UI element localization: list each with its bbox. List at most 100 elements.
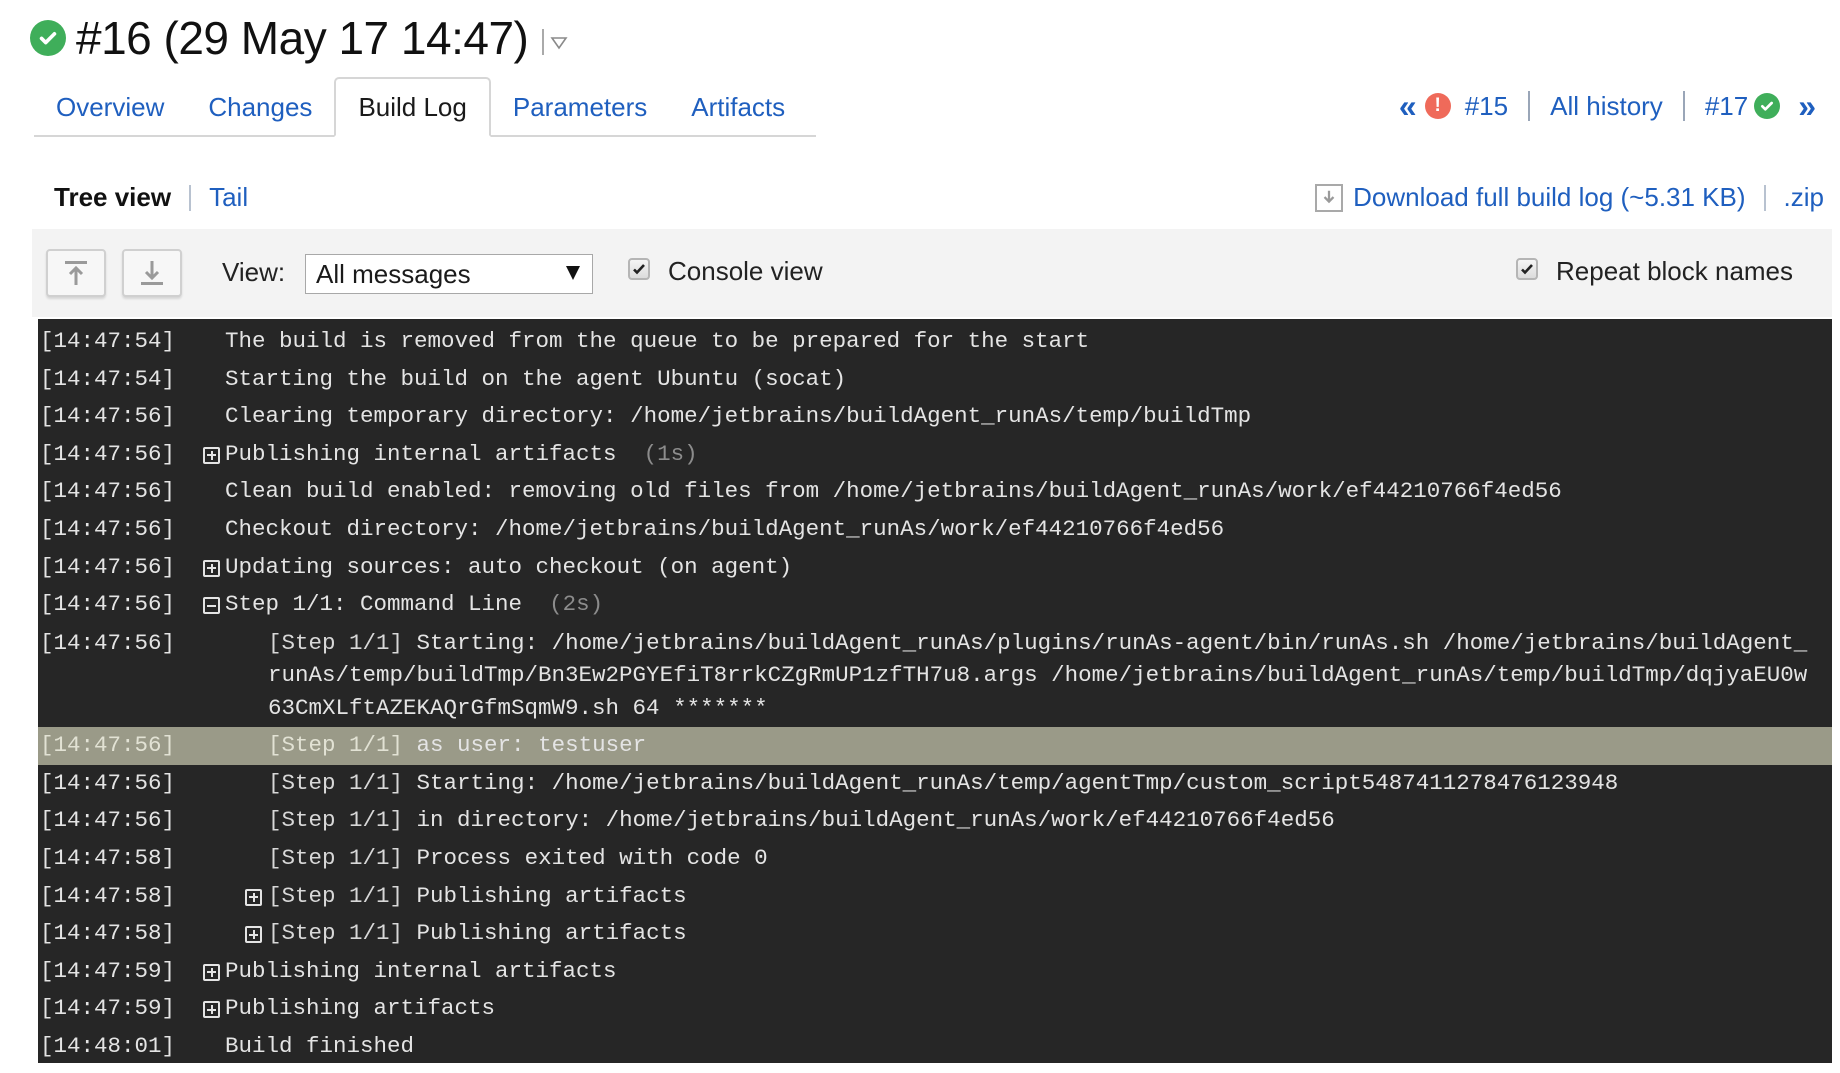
- log-timestamp: [14:47:59]: [40, 995, 176, 1022]
- log-row[interactable]: [14:47:56] Publishing internal artifacts …: [38, 436, 1832, 474]
- log-text: Step 1/1: Command Line: [225, 591, 523, 618]
- console-view-checkbox[interactable]: Console view: [628, 256, 823, 287]
- log-timestamp: [14:47:56]: [40, 478, 176, 505]
- log-text: Clearing temporary directory: /home/jetb…: [225, 403, 1252, 430]
- log-row[interactable]: [14:47:56] [Step 1/1] as user: testuser: [38, 727, 1832, 765]
- tab-changes[interactable]: Changes: [186, 79, 334, 135]
- log-row[interactable]: [14:47:56] Updating sources: auto checkou…: [38, 549, 1832, 587]
- success-check-icon: [30, 20, 66, 56]
- log-row[interactable]: [14:47:56] Checkout directory: /home/jetb…: [38, 511, 1832, 549]
- log-row[interactable]: [14:47:58] [Step 1/1] Publishing artifact…: [38, 915, 1832, 953]
- log-message: [Step 1/1] Publishing artifacts: [268, 915, 687, 953]
- expand-plus-icon[interactable]: [245, 926, 262, 944]
- log-timestamp: [14:47:56]: [40, 403, 176, 430]
- page-title: #16 (29 May 17 14:47): [76, 12, 529, 64]
- log-row[interactable]: [14:47:56] [Step 1/1] Starting: /home/jet…: [38, 624, 1832, 728]
- log-row[interactable]: [14:47:56] [Step 1/1] in directory: /home…: [38, 802, 1832, 840]
- triangle-down-icon[interactable]: [550, 36, 568, 50]
- log-message: Updating sources: auto checkout (on agen…: [225, 549, 792, 587]
- log-row[interactable]: [14:47:59] Publishing artifacts: [38, 990, 1832, 1028]
- log-message: Step 1/1: Command Line (2s): [225, 586, 603, 624]
- download-zip-link[interactable]: .zip: [1784, 182, 1824, 213]
- log-step-prefix: [Step 1/1]: [268, 769, 404, 796]
- scroll-to-bottom-button[interactable]: [122, 249, 182, 297]
- log-row[interactable]: [14:47:54] The build is removed from the …: [38, 323, 1832, 361]
- log-row[interactable]: [14:47:56] Step 1/1: Command Line (2s): [38, 586, 1832, 624]
- log-text: Process exited with code 0: [416, 845, 768, 872]
- log-message: [Step 1/1] in directory: /home/jetbrains…: [268, 802, 1335, 840]
- previous-build-link[interactable]: #15: [1465, 91, 1508, 122]
- view-filter-value: All messages: [316, 258, 471, 289]
- log-timestamp: [14:47:56]: [40, 732, 176, 759]
- tail-link[interactable]: Tail: [209, 182, 248, 213]
- download-log-link[interactable]: Download full build log (~5.31 KB): [1353, 182, 1745, 213]
- log-row[interactable]: [14:47:56] [Step 1/1] Starting: /home/jet…: [38, 765, 1832, 803]
- collapse-minus-icon[interactable]: [203, 597, 220, 615]
- log-step-prefix: [Step 1/1]: [268, 882, 404, 909]
- download-icon: [1315, 183, 1344, 212]
- log-row[interactable]: [14:47:56] Clearing temporary directory: …: [38, 398, 1832, 436]
- double-chevron-left-icon[interactable]: «: [1399, 88, 1417, 125]
- log-message: Clean build enabled: removing old files …: [225, 473, 1562, 511]
- next-build-link[interactable]: #17: [1705, 91, 1748, 122]
- log-row[interactable]: [14:47:56] Clean build enabled: removing …: [38, 473, 1832, 511]
- double-chevron-right-icon[interactable]: »: [1798, 88, 1816, 125]
- all-history-link[interactable]: All history: [1550, 91, 1663, 122]
- log-text: Publishing artifacts: [225, 995, 496, 1022]
- log-step-prefix: [Step 1/1]: [268, 807, 404, 834]
- title-divider: [542, 29, 545, 55]
- repeat-block-names-checkbox[interactable]: Repeat block names: [1516, 256, 1793, 287]
- scroll-to-bottom-icon: [141, 261, 163, 285]
- tab-artifacts[interactable]: Artifacts: [669, 79, 807, 135]
- expand-plus-icon[interactable]: [203, 963, 220, 981]
- expand-plus-icon[interactable]: [245, 888, 262, 906]
- log-text: Publishing artifacts: [416, 920, 687, 947]
- log-duration: (2s): [549, 591, 604, 618]
- log-timestamp: [14:47:58]: [40, 920, 176, 947]
- log-timestamp: [14:47:56]: [40, 553, 176, 580]
- expand-plus-icon[interactable]: [203, 446, 220, 464]
- view-filter-select[interactable]: All messages: [305, 254, 593, 294]
- tab-build-log[interactable]: Build Log: [334, 77, 491, 137]
- divider: [1763, 184, 1766, 211]
- log-text: Publishing artifacts: [416, 882, 687, 909]
- checkbox-checked-icon[interactable]: [1516, 257, 1538, 280]
- log-row[interactable]: [14:47:58] [Step 1/1] Process exited with…: [38, 840, 1832, 878]
- log-row[interactable]: [14:47:59] Publishing internal artifacts: [38, 953, 1832, 991]
- tab-parameters[interactable]: Parameters: [491, 79, 669, 135]
- log-message: Build finished: [225, 1028, 414, 1066]
- tab-overview[interactable]: Overview: [34, 79, 186, 135]
- log-row[interactable]: [14:47:54] Starting the build on the agen…: [38, 361, 1832, 399]
- build-title-row: #16 (29 May 17 14:47): [30, 10, 568, 66]
- log-message: [Step 1/1] Starting: /home/jetbrains/bui…: [268, 765, 1618, 803]
- build-log-panel: [14:47:54] The build is removed from the …: [38, 319, 1832, 1063]
- divider: [1682, 91, 1685, 121]
- log-row[interactable]: [14:47:58] [Step 1/1] Publishing artifact…: [38, 878, 1832, 916]
- divider: [1528, 91, 1531, 121]
- download-area: Download full build log (~5.31 KB) .zip: [1315, 182, 1824, 213]
- log-message: [Step 1/1] Starting: /home/jetbrains/bui…: [268, 627, 1818, 725]
- divider: [189, 184, 192, 211]
- log-timestamp: [14:48:01]: [40, 1033, 176, 1059]
- log-text: as user: testuser: [416, 732, 647, 759]
- log-message: [Step 1/1] Process exited with code 0: [268, 840, 768, 878]
- expand-plus-icon[interactable]: [203, 1001, 220, 1019]
- log-message: The build is removed from the queue to b…: [225, 323, 1089, 361]
- log-timestamp: [14:47:54]: [40, 328, 176, 354]
- log-row[interactable]: [14:48:01] Build finished: [38, 1028, 1832, 1066]
- log-duration: (1s): [643, 440, 698, 467]
- log-message: Clearing temporary directory: /home/jetb…: [225, 398, 1251, 436]
- log-text: Checkout directory: /home/jetbrains/buil…: [225, 515, 1225, 542]
- log-text: Build finished: [225, 1033, 415, 1059]
- log-timestamp: [14:47:56]: [40, 515, 176, 542]
- log-step-prefix: [Step 1/1]: [268, 629, 404, 656]
- expand-plus-icon[interactable]: [203, 559, 220, 577]
- log-timestamp: [14:47:56]: [40, 769, 176, 796]
- checkbox-checked-icon[interactable]: [628, 257, 650, 280]
- log-text: Clean build enabled: removing old files …: [225, 478, 1562, 505]
- log-toolbar: View: All messages Console view Repeat b…: [32, 229, 1832, 317]
- log-view-switcher: Tree view Tail: [54, 182, 248, 213]
- scroll-to-top-button[interactable]: [46, 249, 106, 297]
- log-timestamp: [14:47:56]: [40, 440, 176, 467]
- log-message: Publishing internal artifacts: [225, 953, 617, 991]
